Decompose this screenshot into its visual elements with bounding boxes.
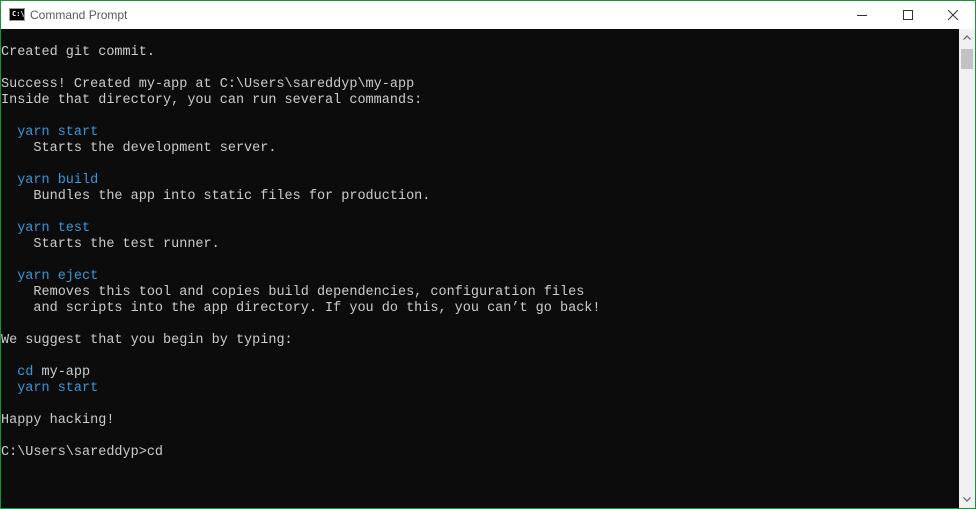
command-prompt-window: C:\_ Command Prompt Created git commit. S… <box>0 0 976 509</box>
console-line: Created git commit. <box>1 45 601 61</box>
console-line: cd my-app <box>1 365 601 381</box>
console-line: yarn eject <box>1 269 601 285</box>
console-line: and scripts into the app directory. If y… <box>1 301 601 317</box>
cmd-icon[interactable]: C:\_ <box>9 8 29 21</box>
console-line: Success! Created my-app at C:\Users\sare… <box>1 77 601 93</box>
scroll-thumb[interactable] <box>961 49 973 69</box>
console-line: C:\Users\sareddyp>cd <box>1 445 601 461</box>
output-text: and scripts into the app directory. If y… <box>1 301 601 316</box>
command-text: yarn eject <box>17 269 99 284</box>
scroll-down-button[interactable] <box>959 491 975 508</box>
maximize-button[interactable] <box>885 1 931 29</box>
close-icon <box>948 10 958 20</box>
output-text: Bundles the app into static files for pr… <box>1 189 431 204</box>
output-text: Removes this tool and copies build depen… <box>1 285 585 300</box>
console-line: Bundles the app into static files for pr… <box>1 189 601 205</box>
console-line: Starts the test runner. <box>1 237 601 253</box>
console-line: yarn build <box>1 173 601 189</box>
output-text: Inside that directory, you can run sever… <box>1 93 423 108</box>
command-text: yarn start <box>17 381 99 396</box>
output-text: Starts the development server. <box>1 141 277 156</box>
maximize-icon <box>903 10 913 20</box>
console-output[interactable]: Created git commit. Success! Created my-a… <box>1 29 959 508</box>
console-line: We suggest that you begin by typing: <box>1 333 601 349</box>
command-text: yarn test <box>17 221 91 236</box>
cmd-icon-text: C:\_ <box>12 10 29 18</box>
vertical-scrollbar[interactable] <box>959 29 975 508</box>
output-text: my-app <box>33 365 91 380</box>
output-text: Success! Created my-app at C:\Users\sare… <box>1 77 415 92</box>
command-text: yarn build <box>17 173 99 188</box>
output-text: C:\Users\sareddyp>cd <box>1 445 164 460</box>
scroll-up-icon <box>963 35 971 40</box>
console-line: yarn start <box>1 381 601 397</box>
output-text: We suggest that you begin by typing: <box>1 333 293 348</box>
console-line: Starts the development server. <box>1 141 601 157</box>
command-text: yarn start <box>17 125 99 140</box>
window-title: Command Prompt <box>30 8 128 22</box>
console-line: Inside that directory, you can run sever… <box>1 93 601 109</box>
minimize-button[interactable] <box>839 1 885 29</box>
scroll-up-button[interactable] <box>959 29 975 46</box>
console-line: Removes this tool and copies build depen… <box>1 285 601 301</box>
output-text: Happy hacking! <box>1 413 115 428</box>
scroll-down-icon <box>963 497 971 502</box>
minimize-icon <box>857 15 867 16</box>
command-text: cd <box>17 365 34 380</box>
output-text: Starts the test runner. <box>1 237 220 252</box>
output-text: Created git commit. <box>1 45 155 60</box>
console-line: yarn start <box>1 125 601 141</box>
title-bar[interactable]: C:\_ Command Prompt <box>1 1 975 29</box>
console-line: Happy hacking! <box>1 413 601 429</box>
console-lines: Created git commit. Success! Created my-a… <box>1 45 601 461</box>
console-line: yarn test <box>1 221 601 237</box>
close-button[interactable] <box>930 1 975 29</box>
